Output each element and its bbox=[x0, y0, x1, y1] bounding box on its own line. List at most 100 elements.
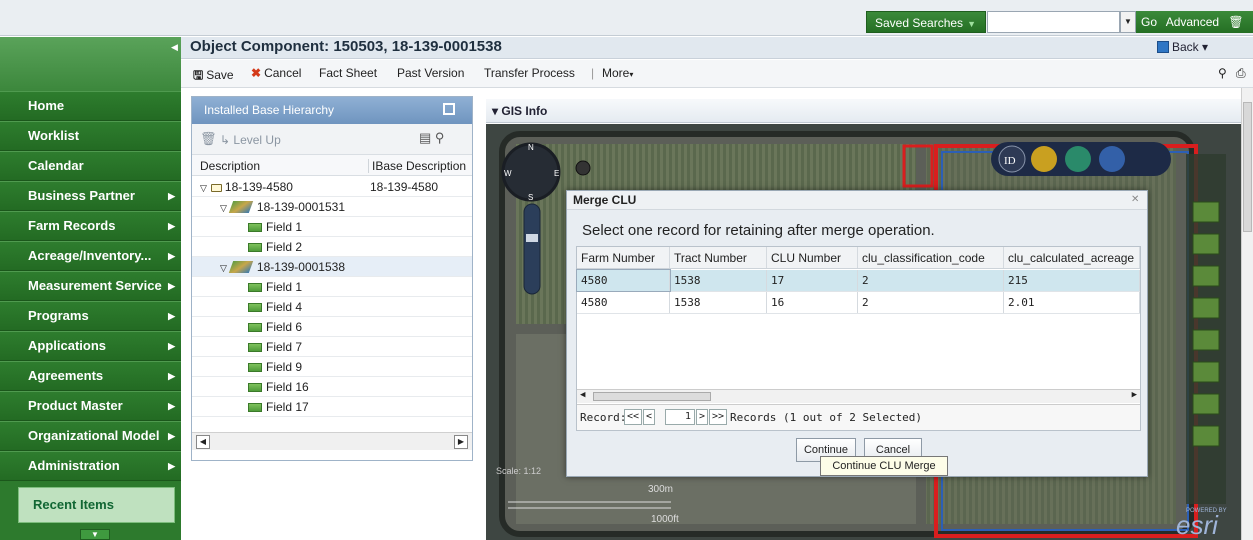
layers-icon[interactable] bbox=[1065, 146, 1091, 172]
search-dropdown-button[interactable]: ▼ bbox=[1120, 11, 1136, 33]
delete-icon[interactable]: 🗑 bbox=[200, 131, 217, 147]
tree-horizontal-scrollbar[interactable]: ◀ ▶ bbox=[192, 432, 472, 450]
tree-row[interactable]: Field 1 bbox=[192, 277, 472, 297]
previous-page-button[interactable]: < bbox=[643, 409, 655, 425]
nav-item-10[interactable]: Product Master ▶ bbox=[0, 391, 181, 421]
field-icon bbox=[248, 343, 262, 352]
expand-icon[interactable]: ▽ bbox=[200, 183, 207, 193]
grid-column-header[interactable]: Farm Number bbox=[577, 247, 670, 268]
collapse-nav-icon[interactable]: ◀ bbox=[171, 42, 178, 53]
advanced-search-link[interactable]: Advanced bbox=[1166, 15, 1219, 29]
scroll-left-icon[interactable]: ◀ bbox=[196, 435, 210, 449]
split-icon[interactable] bbox=[1192, 265, 1220, 287]
tree-row[interactable]: Field 9 bbox=[192, 357, 472, 377]
tree-row-label: ▽ 18-139-4580 bbox=[200, 180, 293, 194]
recent-items-panel[interactable]: Recent Items bbox=[18, 487, 175, 523]
scale-300m: 300m bbox=[648, 484, 673, 495]
map-north-icon[interactable] bbox=[575, 160, 591, 176]
edit-vertex-icon[interactable] bbox=[1192, 361, 1220, 383]
fact-sheet-button[interactable]: Fact Sheet bbox=[319, 66, 377, 80]
tree-row[interactable]: ▽ 18-139-0001531 bbox=[192, 197, 472, 217]
tree-row[interactable]: Field 6 bbox=[192, 317, 472, 337]
cancel-button[interactable]: ✖ Cancel bbox=[251, 66, 301, 80]
personalize-icon[interactable]: ⚲ bbox=[1218, 66, 1227, 80]
circle-tool-icon[interactable] bbox=[1192, 329, 1220, 351]
tree-row[interactable]: Field 16 bbox=[192, 377, 472, 397]
folder-icon bbox=[210, 184, 222, 192]
tree-row[interactable]: Field 7 bbox=[192, 337, 472, 357]
grid-column-header[interactable]: CLU Number bbox=[767, 247, 858, 268]
level-up-button[interactable]: ↳ Level Up bbox=[220, 133, 281, 147]
nav-item-6[interactable]: Measurement Service ▶ bbox=[0, 271, 181, 301]
nav-item-8[interactable]: Applications ▶ bbox=[0, 331, 181, 361]
select-area-icon[interactable] bbox=[1192, 425, 1220, 447]
grid-column-header[interactable]: Tract Number bbox=[670, 247, 767, 268]
expand-icon[interactable]: ▽ bbox=[220, 203, 227, 213]
saved-searches-dropdown[interactable]: Saved Searches ▼ bbox=[866, 11, 986, 33]
tree-row[interactable]: Field 1 bbox=[192, 217, 472, 237]
gis-info-toggle[interactable]: ▾ GIS Info bbox=[492, 104, 547, 118]
tree-row[interactable]: ▽ 18-139-0001538 bbox=[192, 257, 472, 277]
grid-cell: 4580 bbox=[576, 269, 671, 292]
tree-row[interactable]: Field 2 bbox=[192, 237, 472, 257]
grid-row[interactable]: 4580 1538 17 2 215 bbox=[576, 269, 1140, 292]
nav-item-label: Applications bbox=[28, 338, 107, 353]
zoom-slider-handle[interactable] bbox=[526, 234, 538, 242]
page-vertical-scrollbar[interactable] bbox=[1241, 88, 1253, 540]
grid-cell: 2 bbox=[858, 292, 1004, 313]
more-menu-button[interactable]: More▾ bbox=[602, 66, 633, 80]
record-number-input[interactable]: 1 bbox=[665, 409, 695, 425]
search-input[interactable] bbox=[987, 11, 1120, 33]
nav-item-0[interactable]: Home bbox=[0, 91, 181, 121]
recent-items-expand-icon[interactable]: ▼ bbox=[80, 529, 110, 540]
next-page-button[interactable]: > bbox=[696, 409, 708, 425]
nav-item-5[interactable]: Acreage/Inventory... ▶ bbox=[0, 241, 181, 271]
expand-icon[interactable]: ▽ bbox=[220, 263, 227, 273]
nav-item-label: Business Partner bbox=[28, 188, 135, 203]
measure-icon[interactable] bbox=[1031, 146, 1057, 172]
transfer-process-button[interactable]: Transfer Process bbox=[484, 66, 575, 80]
tree-row[interactable]: Field 4 bbox=[192, 297, 472, 317]
nav-item-7[interactable]: Programs ▶ bbox=[0, 301, 181, 331]
nav-item-12[interactable]: Administration ▶ bbox=[0, 451, 181, 481]
grid-column-header[interactable]: clu_calculated_acreage bbox=[1004, 247, 1140, 268]
close-icon[interactable]: ✕ bbox=[1131, 194, 1139, 205]
go-button[interactable]: Go bbox=[1141, 15, 1157, 29]
nav-item-2[interactable]: Calendar bbox=[0, 151, 181, 181]
page-title: Object Component: 150503, 18-139-0001538 bbox=[190, 38, 502, 55]
merge-icon[interactable] bbox=[1192, 297, 1220, 319]
tree-row[interactable]: Field 17 bbox=[192, 397, 472, 417]
nav-item-4[interactable]: Farm Records ▶ bbox=[0, 211, 181, 241]
column-ibase-description[interactable]: IBase Description bbox=[368, 159, 466, 173]
scale-1000ft: 1000ft bbox=[651, 514, 679, 525]
draw-polygon-icon[interactable] bbox=[1192, 201, 1220, 223]
nav-item-9[interactable]: Agreements ▶ bbox=[0, 361, 181, 391]
grid-column-header[interactable]: clu_classification_code bbox=[858, 247, 1004, 268]
tree-row[interactable]: ▽ 18-139-4580 18-139-4580 bbox=[192, 177, 472, 197]
first-page-button[interactable]: << bbox=[624, 409, 642, 425]
zoom-slider[interactable] bbox=[523, 203, 541, 295]
last-page-button[interactable]: >> bbox=[709, 409, 727, 425]
scroll-right-icon[interactable]: ▶ bbox=[1132, 390, 1137, 400]
draw-line-icon[interactable] bbox=[1192, 233, 1220, 255]
past-version-button[interactable]: Past Version bbox=[397, 66, 464, 80]
column-description[interactable]: Description bbox=[200, 159, 260, 173]
more-label: More bbox=[602, 66, 630, 80]
scroll-left-icon[interactable]: ◀ bbox=[580, 390, 585, 400]
scroll-right-icon[interactable]: ▶ bbox=[454, 435, 468, 449]
grid-horizontal-scrollbar[interactable]: ◀ ▶ bbox=[577, 389, 1140, 403]
back-button[interactable]: Back ▾ bbox=[1157, 40, 1208, 54]
trash-icon[interactable]: 🗑 bbox=[1228, 15, 1243, 29]
scrollbar-thumb[interactable] bbox=[1243, 102, 1252, 232]
fullscreen-icon[interactable] bbox=[1099, 146, 1125, 172]
nav-item-11[interactable]: Organizational Model ▶ bbox=[0, 421, 181, 451]
maximize-icon[interactable] bbox=[443, 103, 455, 115]
nav-item-3[interactable]: Business Partner ▶ bbox=[0, 181, 181, 211]
save-button[interactable]: 🖫 Save bbox=[193, 66, 234, 87]
nav-item-1[interactable]: Worklist bbox=[0, 121, 181, 151]
grid-row[interactable]: 4580 1538 16 2 2.01 bbox=[577, 292, 1140, 314]
reshape-icon[interactable] bbox=[1192, 393, 1220, 415]
scrollbar-thumb[interactable] bbox=[593, 392, 711, 401]
print-icon[interactable]: ⎙ bbox=[1236, 66, 1246, 81]
export-icon[interactable]: ▤ ⚲ bbox=[419, 130, 444, 146]
